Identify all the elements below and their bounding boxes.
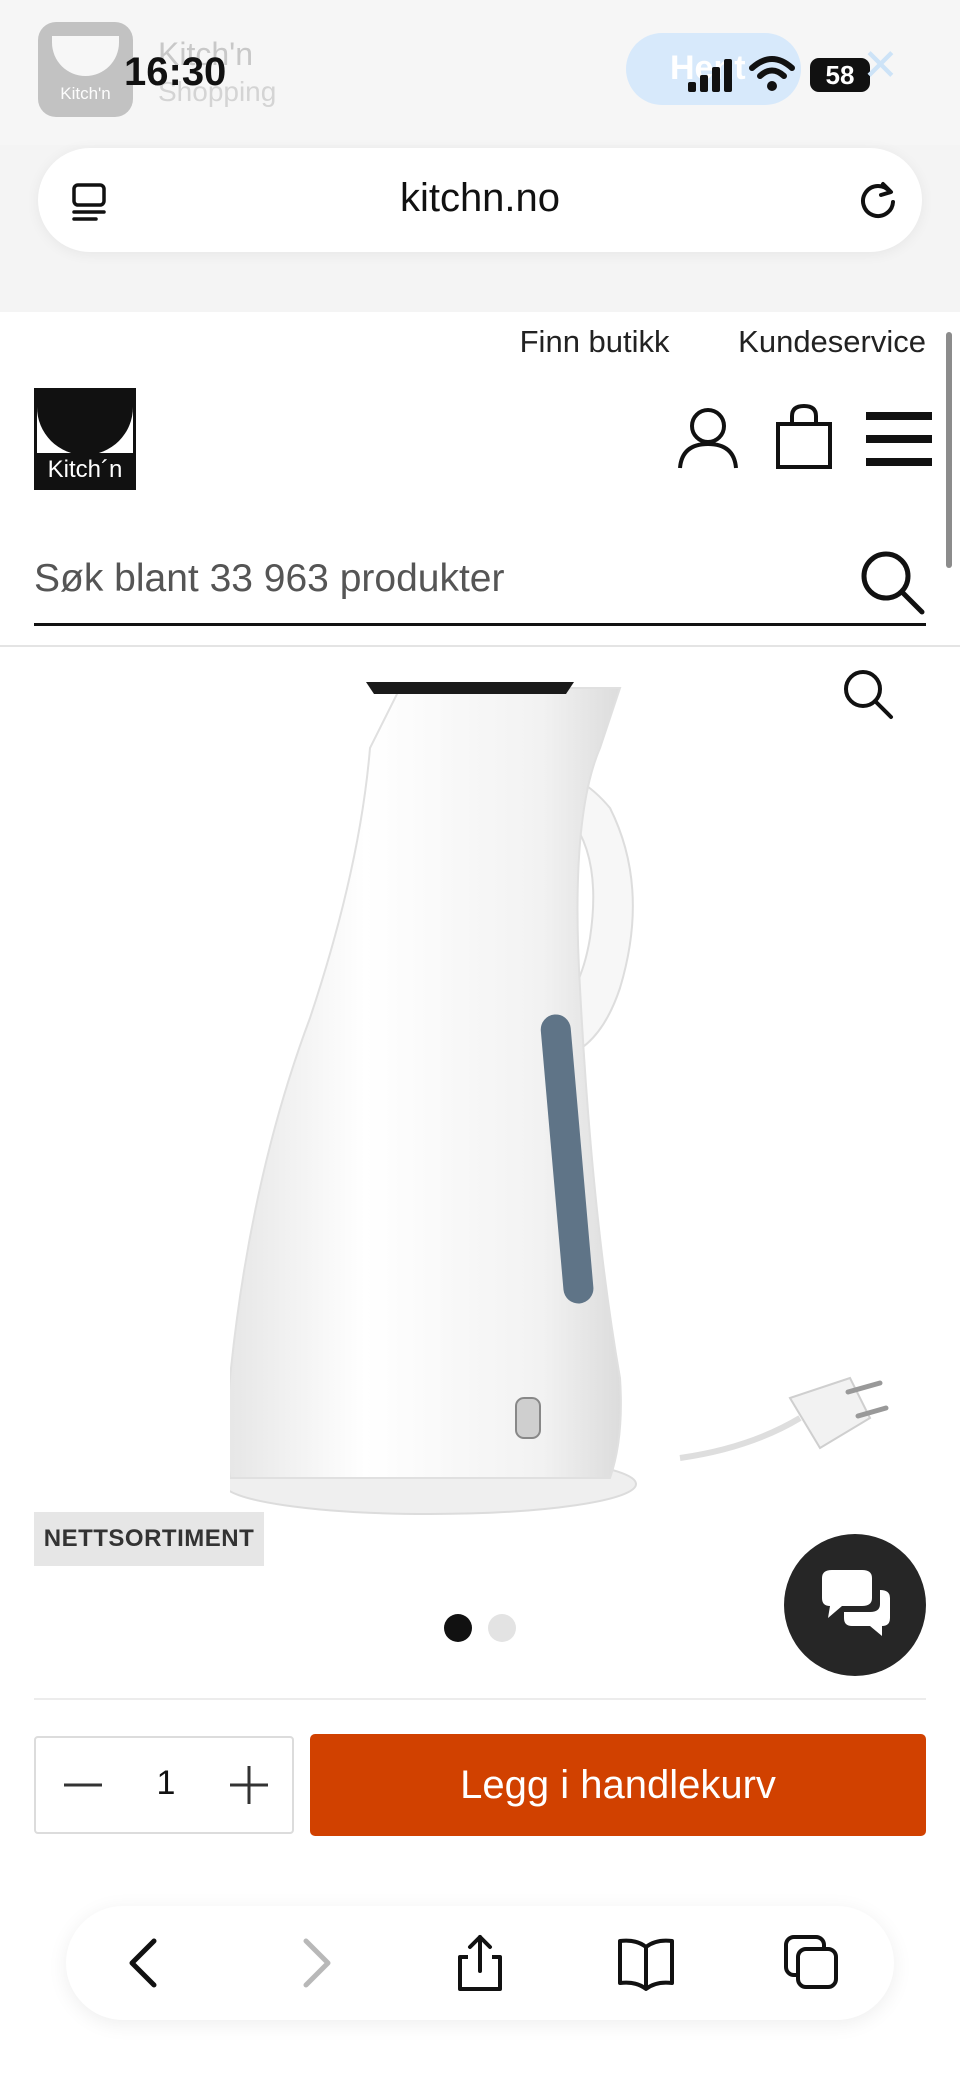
- chat-icon: [822, 1570, 890, 1636]
- battery-indicator: 58: [810, 58, 870, 92]
- quantity-value[interactable]: 1: [136, 1764, 196, 1803]
- chevron-left-icon[interactable]: [116, 1933, 176, 1993]
- search-icon[interactable]: [860, 550, 926, 616]
- chat-button[interactable]: [784, 1534, 926, 1676]
- logo-bowl: [37, 391, 133, 455]
- minus-icon[interactable]: [60, 1762, 106, 1808]
- share-icon[interactable]: [450, 1933, 510, 1993]
- status-bar: Kitch'n Kitch'n Shopping 16:30 Hent 58 ✕: [0, 0, 960, 145]
- plus-icon[interactable]: [226, 1762, 272, 1808]
- carousel-dot[interactable]: [488, 1614, 516, 1642]
- header-divider: [0, 645, 960, 647]
- carousel-dot[interactable]: [444, 1614, 472, 1642]
- shopping-bag-icon[interactable]: [774, 404, 834, 470]
- search-bar: [34, 532, 926, 626]
- bowl-icon: [52, 36, 119, 76]
- account-icon[interactable]: [676, 406, 740, 470]
- close-banner-icon[interactable]: ✕: [862, 40, 899, 91]
- product-image-kettle[interactable]: [230, 658, 890, 1538]
- chevron-right-icon[interactable]: [284, 1933, 344, 1993]
- scrollbar[interactable]: [946, 332, 952, 568]
- cellular-signal-icon: [688, 58, 738, 92]
- status-time: 16:30: [124, 50, 227, 94]
- kitchn-logo[interactable]: Kitch´n: [34, 388, 136, 490]
- customer-service-link[interactable]: Kundeservice: [738, 324, 926, 359]
- app-icon: Kitch'n: [38, 22, 133, 117]
- wifi-icon: [749, 56, 795, 91]
- logo-text: Kitch´n: [37, 453, 133, 487]
- book-icon[interactable]: [616, 1933, 676, 1993]
- reload-icon[interactable]: [856, 178, 900, 222]
- section-divider: [34, 1698, 926, 1700]
- app-icon-label: Kitch'n: [60, 84, 111, 103]
- add-to-cart-button[interactable]: Legg i handlekurv: [310, 1734, 926, 1836]
- quantity-stepper: 1: [34, 1736, 294, 1834]
- url-text[interactable]: kitchn.no: [38, 176, 922, 221]
- find-store-link[interactable]: Finn butikk: [520, 324, 670, 359]
- tabs-overview-icon[interactable]: [782, 1933, 842, 1993]
- zoom-icon[interactable]: [842, 668, 894, 720]
- product-badge: NETTSORTIMENT: [34, 1512, 264, 1566]
- top-links: Finn butikk Kundeservice: [460, 324, 926, 360]
- web-page: Finn butikk Kundeservice Kitch´n Søk bla…: [0, 312, 960, 2087]
- browser-toolbar: [66, 1906, 894, 2020]
- address-bar[interactable]: kitchn.no: [38, 148, 922, 252]
- search-input[interactable]: [34, 554, 834, 604]
- hamburger-menu-icon[interactable]: [866, 410, 932, 468]
